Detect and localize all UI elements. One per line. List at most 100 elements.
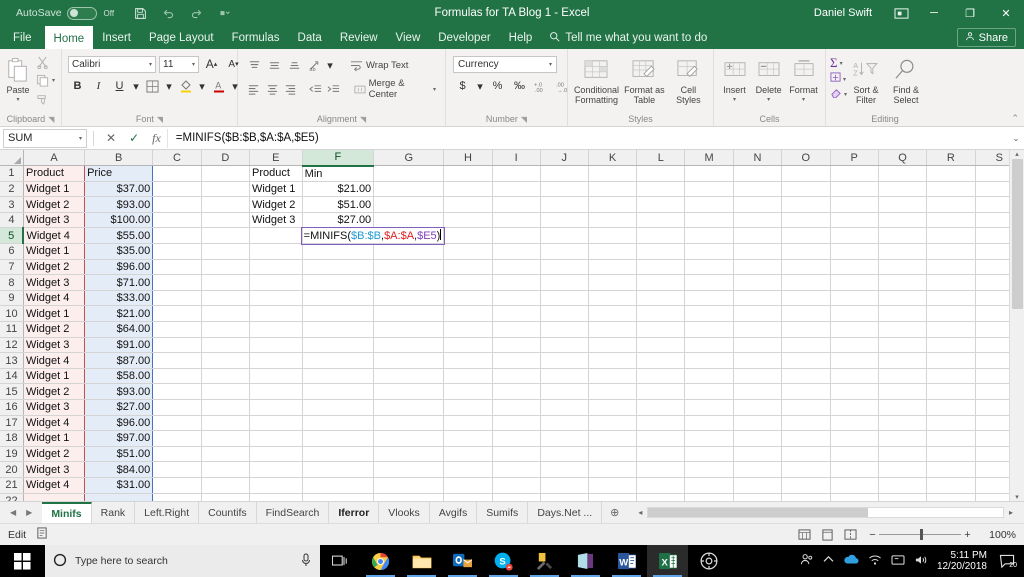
cell-M3[interactable] [684,196,734,213]
cell-K11[interactable] [588,321,638,338]
cell-N3[interactable] [733,196,783,213]
cell-J20[interactable] [540,461,589,478]
fill-color-button[interactable] [176,77,195,95]
column-header-M[interactable]: M [684,150,734,167]
scroll-left-arrow-icon[interactable]: ◂ [633,508,647,517]
column-header-B[interactable]: B [84,150,154,167]
cell-M6[interactable] [684,243,734,260]
taskbar-app-excel[interactable]: X [647,545,688,577]
column-header-I[interactable]: I [492,150,541,167]
cell-L16[interactable] [636,399,686,416]
cell-O4[interactable] [781,212,831,229]
save-icon[interactable] [132,5,149,22]
cell-K3[interactable] [588,196,638,213]
cell-Q4[interactable] [878,212,928,229]
cell-G17[interactable] [373,415,445,432]
cell-I20[interactable] [492,461,541,478]
cell-H13[interactable] [443,352,493,369]
cell-B6[interactable]: $35.00 [84,243,154,260]
cell-O15[interactable] [781,383,831,400]
cell-D10[interactable] [201,305,250,323]
cell-B7[interactable]: $96.00 [84,259,154,276]
cell-H1[interactable] [443,165,493,182]
cell-E22[interactable] [249,493,303,501]
cell-E2[interactable]: Widget 1 [249,181,303,198]
cell-O18[interactable] [781,430,831,447]
cell-L12[interactable] [636,337,686,354]
cell-L10[interactable] [636,305,686,323]
chevron-down-icon[interactable]: ▾ [733,95,736,105]
cell-F10[interactable] [302,305,375,323]
ribbon-tab-help[interactable]: Help [500,26,542,49]
cell-B22[interactable] [84,493,154,501]
cell-K13[interactable] [588,352,638,369]
cell-E12[interactable] [249,337,303,354]
cell-N12[interactable] [733,337,783,354]
cell-B1[interactable]: Price [84,165,154,182]
column-header-F[interactable]: F [302,150,375,167]
cell-R18[interactable] [926,430,976,447]
cell-I11[interactable] [492,321,541,338]
cell-J21[interactable] [540,477,589,494]
cell-L1[interactable] [636,165,686,182]
cell-Q16[interactable] [878,399,928,416]
cell-Q14[interactable] [878,368,928,385]
row-header-2[interactable]: 2 [0,181,24,198]
paste-button[interactable]: Paste ▾ [4,52,32,105]
cell-C4[interactable] [152,212,202,229]
cell-O8[interactable] [781,274,831,291]
cell-A7[interactable]: Widget 2 [22,259,86,276]
cell-J5[interactable] [540,227,589,245]
column-header-G[interactable]: G [373,150,445,167]
cell-B2[interactable]: $37.00 [84,181,154,198]
page-break-preview-icon[interactable] [843,528,858,542]
cell-A20[interactable]: Widget 3 [22,461,86,478]
cell-J3[interactable] [540,196,589,213]
cell-R12[interactable] [926,337,976,354]
cell-B17[interactable]: $96.00 [84,415,154,432]
cell-M14[interactable] [684,368,734,385]
chevron-down-icon[interactable]: ▾ [164,77,174,95]
cell-P20[interactable] [830,461,879,478]
cell-H15[interactable] [443,383,493,400]
cell-O13[interactable] [781,352,831,369]
cell-G2[interactable] [373,181,445,198]
horizontal-scroll-track[interactable] [647,507,1004,518]
cell-D19[interactable] [201,446,250,463]
zoom-out-button[interactable]: − [866,529,879,541]
cell-P8[interactable] [830,274,879,291]
worksheet-grid[interactable]: A B C D E F G H I J K L M N O P Q R S 1 … [0,150,1024,501]
cell-Q1[interactable] [878,165,928,182]
cell-A17[interactable]: Widget 4 [22,415,86,432]
cell-M5[interactable] [684,227,734,245]
cell-O10[interactable] [781,305,831,323]
cell-M18[interactable] [684,430,734,447]
align-left-button[interactable] [245,80,263,98]
align-bottom-button[interactable] [285,56,304,74]
column-header-E[interactable]: E [249,150,303,167]
cell-N7[interactable] [733,259,783,276]
cell-Q13[interactable] [878,352,928,369]
align-top-button[interactable] [245,56,264,74]
network-icon[interactable] [868,554,882,569]
cell-G21[interactable] [373,477,445,494]
cell-D8[interactable] [201,274,250,291]
increase-font-size-button[interactable]: A ▴ [202,55,221,73]
cell-K22[interactable] [588,493,638,501]
cell-F18[interactable] [302,430,375,447]
cell-K21[interactable] [588,477,638,494]
volume-icon[interactable] [914,554,928,569]
cell-D16[interactable] [201,399,250,416]
cell-C1[interactable] [152,165,202,182]
horizontal-scroll-thumb[interactable] [648,508,869,517]
cell-I3[interactable] [492,196,541,213]
cell-Q9[interactable] [878,290,928,307]
cell-D17[interactable] [201,415,250,432]
cell-Q11[interactable] [878,321,928,338]
taskbar-app-skype[interactable]: S [483,545,524,577]
zoom-handle[interactable] [920,529,923,540]
cell-N20[interactable] [733,461,783,478]
autosave-control[interactable]: AutoSave Off [16,6,114,20]
close-button[interactable]: ✕ [988,0,1024,26]
cell-R3[interactable] [926,196,976,213]
